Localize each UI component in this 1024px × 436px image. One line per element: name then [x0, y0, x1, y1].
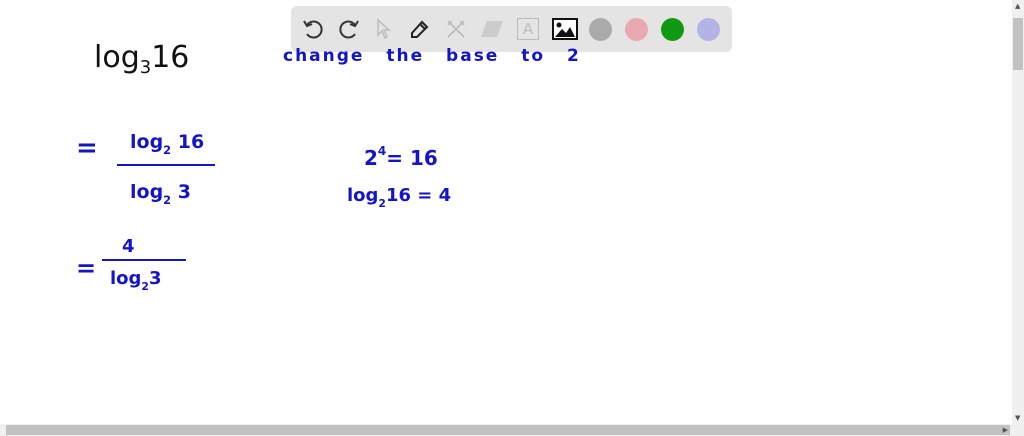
- scroll-up-icon[interactable]: ▲: [1015, 2, 1020, 10]
- step1-equals: =: [76, 133, 98, 163]
- horizontal-scroll-thumb[interactable]: [6, 425, 1010, 435]
- step1-fraction-bar: [117, 164, 215, 166]
- step2-numerator: 4: [122, 236, 135, 257]
- pen-icon[interactable]: [406, 15, 434, 43]
- vertical-scrollbar[interactable]: ▲ ▼: [1012, 0, 1024, 424]
- text-tool-label: A: [517, 18, 539, 40]
- step1-denominator: log2 3: [130, 181, 191, 207]
- undo-icon[interactable]: [299, 15, 327, 43]
- step2-equals: =: [76, 254, 97, 282]
- image-icon[interactable]: [551, 15, 579, 43]
- scroll-down-icon[interactable]: ▼: [1015, 414, 1020, 422]
- side-equation-log: log216 = 4: [347, 185, 452, 210]
- tools-icon[interactable]: [442, 15, 470, 43]
- text-icon[interactable]: A: [514, 15, 542, 43]
- side-equation-power: 24= 16: [364, 144, 438, 170]
- color-swatch-pink[interactable]: [625, 18, 648, 41]
- redo-icon[interactable]: [335, 15, 363, 43]
- scroll-right-icon[interactable]: ▶: [1003, 426, 1008, 434]
- color-swatch-green[interactable]: [661, 18, 684, 41]
- pointer-icon[interactable]: [370, 15, 398, 43]
- step2-denominator: log23: [110, 268, 162, 293]
- color-swatch-lavender[interactable]: [697, 18, 720, 41]
- eraser-icon[interactable]: [478, 15, 506, 43]
- instruction-text: change the base to 2: [283, 46, 581, 66]
- step1-numerator: log2 16: [130, 131, 205, 157]
- color-swatch-gray[interactable]: [589, 18, 612, 41]
- step2-fraction-bar: [102, 259, 186, 261]
- vertical-scroll-thumb[interactable]: [1013, 18, 1023, 70]
- problem-expression: log316: [94, 40, 190, 78]
- horizontal-scrollbar[interactable]: ▶: [0, 424, 1024, 436]
